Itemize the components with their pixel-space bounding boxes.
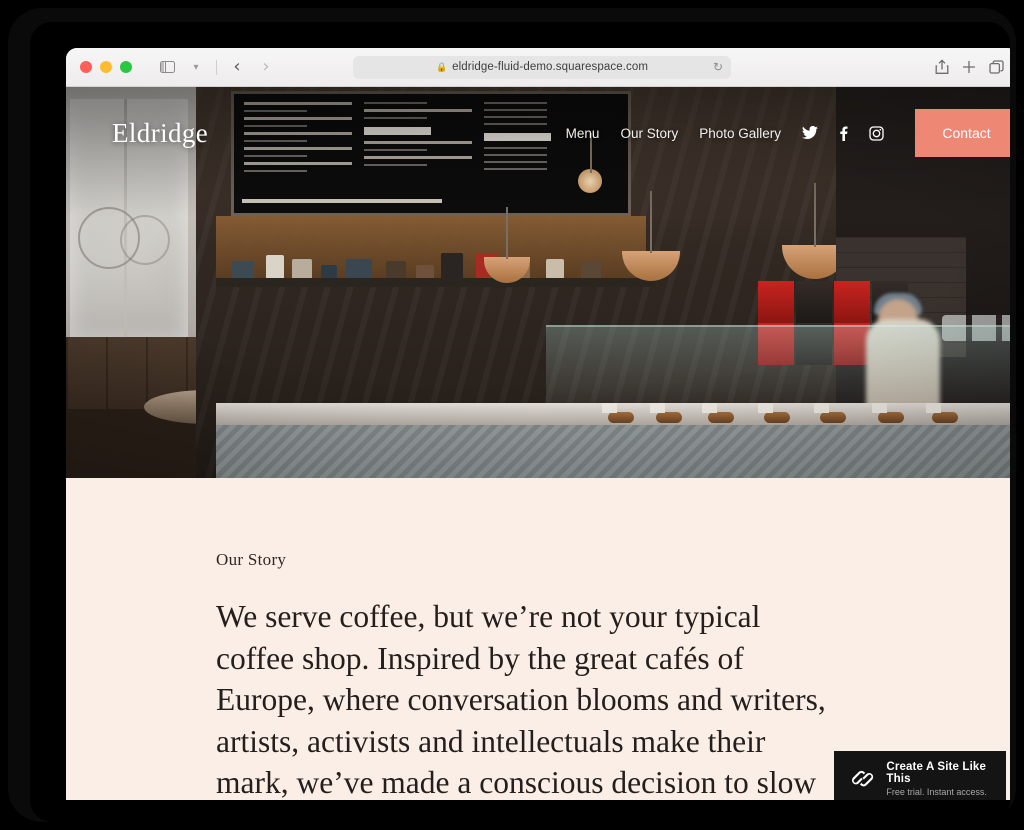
- sidebar-dropdown-button[interactable]: ▾: [183, 55, 209, 79]
- back-button[interactable]: ‹: [224, 55, 250, 79]
- share-icon: [935, 59, 949, 74]
- back-arrow-icon: ‹: [233, 56, 241, 77]
- facebook-link[interactable]: [839, 126, 848, 141]
- hero-image: Eldridge Menu Our Story Photo Gallery Co…: [66, 87, 1010, 478]
- close-window-button[interactable]: [80, 61, 92, 73]
- address-bar[interactable]: 🔒 eldridge-fluid-demo.squarespace.com ↻: [353, 55, 731, 79]
- zoom-window-button[interactable]: [120, 61, 132, 73]
- section-eyebrow: Our Story: [216, 550, 287, 569]
- device-bezel: ▾ ‹ › 🔒 eldridge-fluid-demo.squarespace.…: [8, 8, 1016, 822]
- site-header: Eldridge Menu Our Story Photo Gallery Co…: [66, 87, 1010, 179]
- tab-overview-icon: [989, 59, 1004, 74]
- facebook-icon: [840, 126, 848, 141]
- toolbar-left-controls: ▾ ‹ ›: [154, 55, 279, 79]
- lock-icon: 🔒: [435, 61, 448, 72]
- browser-window: ▾ ‹ › 🔒 eldridge-fluid-demo.squarespace.…: [66, 48, 1010, 800]
- new-tab-button[interactable]: [962, 60, 976, 74]
- toolbar-divider: [216, 59, 217, 75]
- squarespace-promo-banner[interactable]: Create A Site Like This Free trial. Inst…: [834, 751, 1006, 800]
- forward-button[interactable]: ›: [253, 55, 279, 79]
- nav-item-menu[interactable]: Menu: [566, 126, 600, 141]
- plus-icon: [963, 61, 975, 73]
- browser-toolbar: ▾ ‹ › 🔒 eldridge-fluid-demo.squarespace.…: [66, 48, 1010, 87]
- squarespace-logo-icon: [851, 770, 874, 787]
- web-page: Eldridge Menu Our Story Photo Gallery Co…: [66, 87, 1010, 800]
- nav-item-our-story[interactable]: Our Story: [620, 126, 678, 141]
- reload-icon[interactable]: ↻: [713, 60, 723, 74]
- forward-arrow-icon: ›: [262, 56, 270, 77]
- window-controls[interactable]: [80, 61, 132, 73]
- toolbar-right-controls: [935, 59, 1004, 75]
- sidebar-toggle-icon: [159, 60, 175, 74]
- instagram-icon: [869, 125, 884, 141]
- promo-title: Create A Site Like This: [886, 760, 987, 785]
- nav-item-photo-gallery[interactable]: Photo Gallery: [699, 126, 781, 141]
- screenshot-root: ▾ ‹ › 🔒 eldridge-fluid-demo.squarespace.…: [0, 0, 1024, 830]
- twitter-icon: [802, 126, 818, 140]
- promo-subtitle: Free trial. Instant access.: [886, 786, 987, 797]
- primary-nav: Menu Our Story Photo Gallery Contact: [566, 109, 1010, 157]
- contact-button[interactable]: Contact: [915, 109, 1010, 157]
- sidebar-toggle-button[interactable]: [154, 55, 180, 79]
- site-logo[interactable]: Eldridge: [112, 118, 208, 149]
- chevron-down-icon: ▾: [193, 61, 199, 73]
- squarespace-promo-text: Create A Site Like This Free trial. Inst…: [886, 761, 1006, 797]
- tab-overview-button[interactable]: [989, 59, 1004, 75]
- share-button[interactable]: [935, 59, 949, 75]
- instagram-link[interactable]: [869, 125, 884, 141]
- story-paragraph: We serve coffee, but we’re not your typi…: [216, 599, 826, 800]
- twitter-link[interactable]: [802, 126, 818, 140]
- minimize-window-button[interactable]: [100, 61, 112, 73]
- device-screen: ▾ ‹ › 🔒 eldridge-fluid-demo.squarespace.…: [30, 22, 1010, 822]
- address-bar-url: eldridge-fluid-demo.squarespace.com: [452, 61, 649, 73]
